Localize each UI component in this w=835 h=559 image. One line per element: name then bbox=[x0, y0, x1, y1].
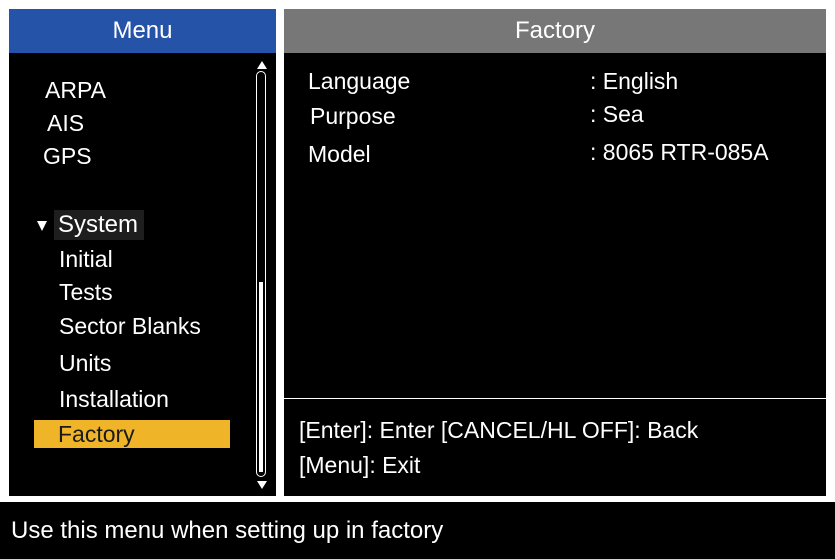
help-text-exit: [Menu]: Exit bbox=[299, 452, 421, 478]
menu-item-ais[interactable]: AIS bbox=[47, 109, 84, 137]
scroll-up-arrow-icon[interactable] bbox=[257, 61, 267, 69]
purpose-label: Purpose bbox=[310, 103, 396, 129]
language-value[interactable]: : English bbox=[590, 67, 678, 95]
status-bar: Use this menu when setting up in factory bbox=[0, 502, 835, 559]
purpose-value[interactable]: : Sea bbox=[590, 100, 644, 128]
language-label: Language bbox=[308, 68, 411, 94]
scroll-track[interactable] bbox=[256, 71, 266, 477]
scroll-down-arrow-icon[interactable] bbox=[257, 481, 267, 489]
model-value: : 8065 RTR-085A bbox=[590, 139, 769, 165]
help-divider bbox=[284, 398, 826, 399]
radar-menu-screen: Menu ARPA AIS GPS System Initial Tests S… bbox=[0, 0, 835, 559]
scroll-thumb[interactable] bbox=[259, 282, 263, 472]
triangle-down-icon bbox=[37, 221, 47, 231]
help-text-enter-back: [Enter]: Enter [CANCEL/HL OFF]: Back bbox=[299, 417, 699, 443]
factory-panel: Factory Language : English Purpose : Sea… bbox=[284, 9, 826, 496]
menu-title: Menu bbox=[9, 9, 276, 53]
menu-item-gps[interactable]: GPS bbox=[43, 142, 92, 170]
status-message: Use this menu when setting up in factory bbox=[11, 517, 444, 544]
panel-title: Factory bbox=[284, 9, 826, 53]
menu-item-sector-blanks[interactable]: Sector Blanks bbox=[59, 312, 201, 340]
menu-item-tests[interactable]: Tests bbox=[59, 278, 113, 306]
menu-panel: Menu ARPA AIS GPS System Initial Tests S… bbox=[9, 9, 276, 496]
menu-item-units[interactable]: Units bbox=[59, 349, 111, 377]
menu-scrollbar[interactable] bbox=[256, 61, 268, 489]
menu-item-factory[interactable]: Factory bbox=[34, 420, 230, 448]
menu-item-initial[interactable]: Initial bbox=[59, 245, 113, 273]
menu-group-system[interactable]: System bbox=[54, 210, 145, 240]
menu-item-arpa[interactable]: ARPA bbox=[45, 76, 106, 104]
menu-item-installation[interactable]: Installation bbox=[59, 385, 169, 413]
model-label: Model bbox=[308, 141, 371, 167]
